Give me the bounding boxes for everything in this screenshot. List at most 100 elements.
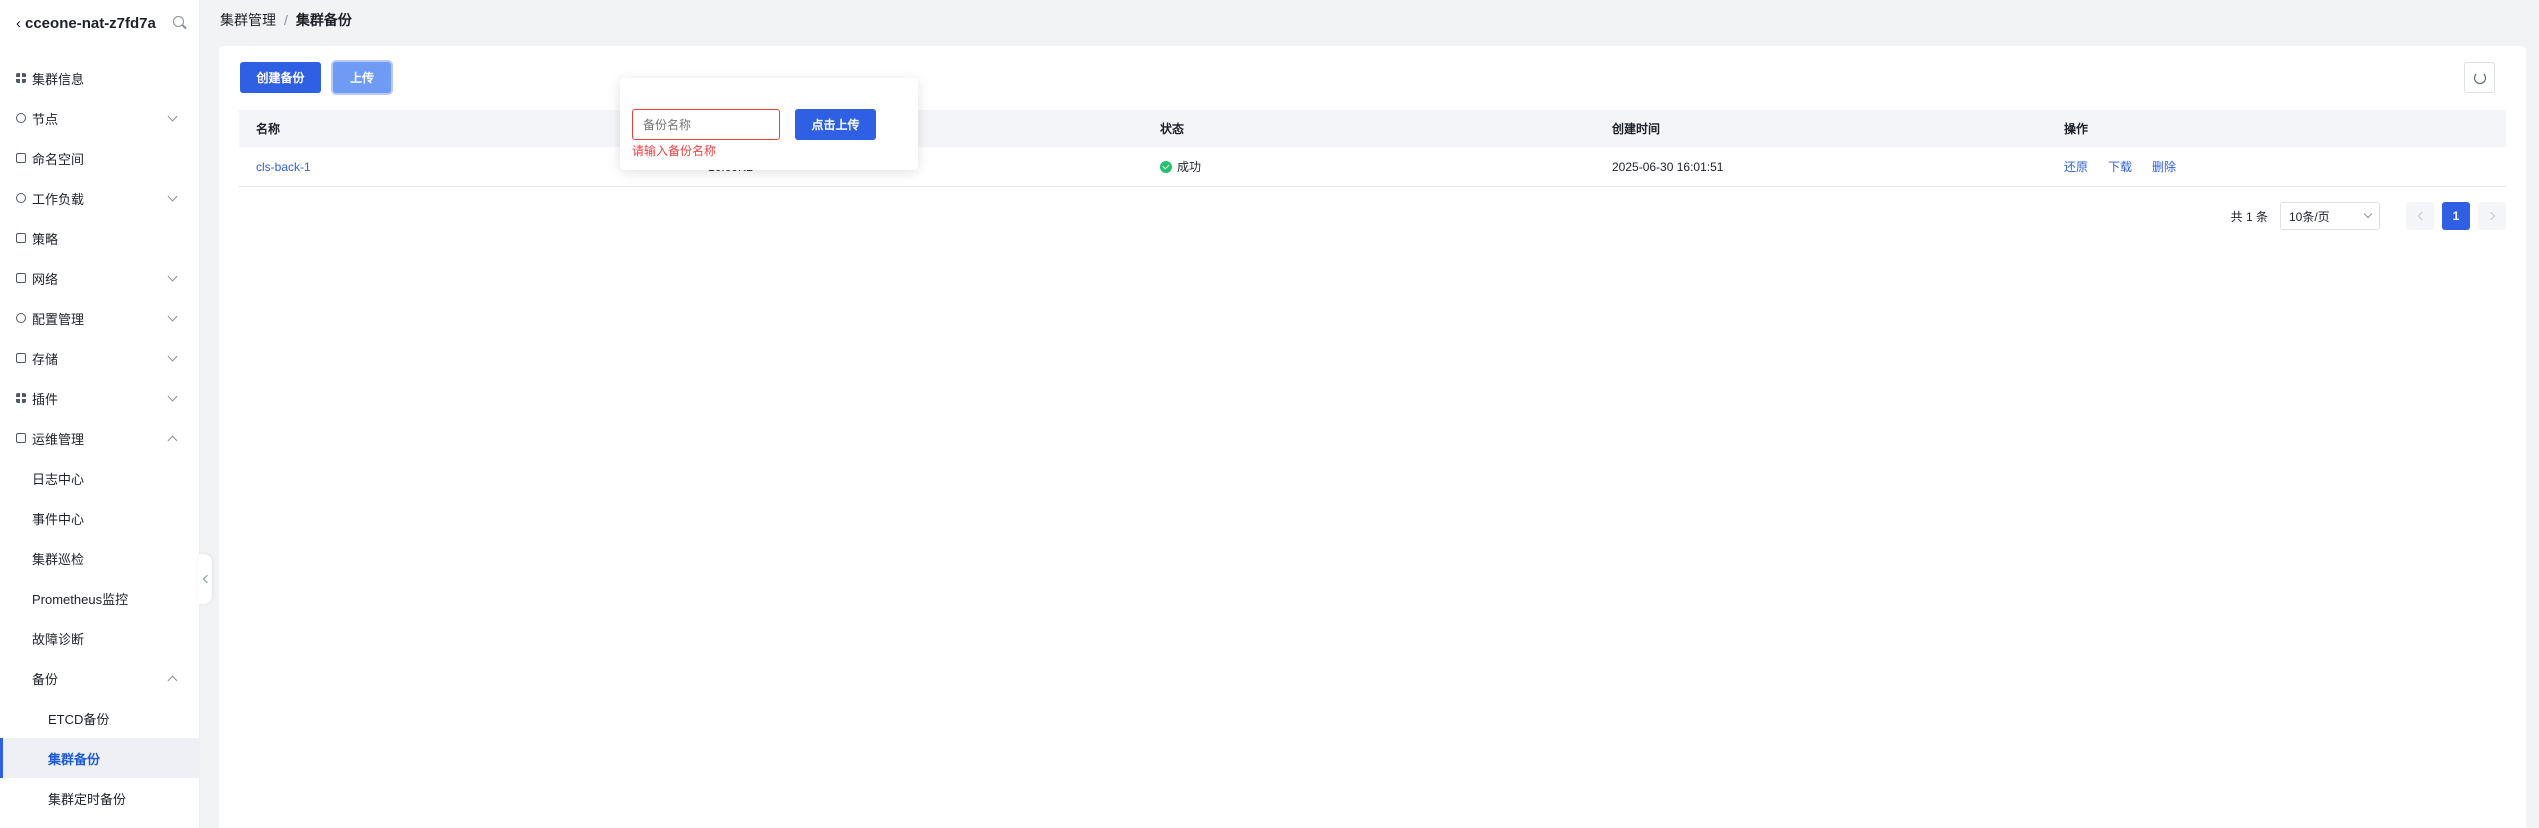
main-card: 创建备份 上传 名称 大小 状态 创建时间 操作 cls-back-1 16.6… <box>219 46 2526 828</box>
backup-created-time: 2025-06-30 16:01:51 <box>1612 159 1724 174</box>
sidebar-item-label: 备份 <box>32 671 59 687</box>
chevron-left-icon <box>202 574 211 584</box>
sidebar-header: ‹ cceone-nat-z7fd7a <box>0 0 199 46</box>
chevron-down-icon <box>167 111 178 121</box>
row-actions: 还原 下载 删除 <box>2047 158 2506 175</box>
column-header-created: 创建时间 <box>1612 122 1661 136</box>
sidebar-item-label: 集群备份 <box>48 751 101 767</box>
sidebar-item-inspection[interactable]: 集群巡检 <box>0 538 200 578</box>
create-backup-button[interactable]: 创建备份 <box>240 62 321 93</box>
sidebar-item-events[interactable]: 事件中心 <box>0 498 200 538</box>
backup-name-link[interactable]: cls-back-1 <box>256 160 311 174</box>
sidebar-item-plugins[interactable]: 插件 <box>0 378 200 418</box>
back-icon[interactable]: ‹ <box>16 15 21 32</box>
breadcrumb: 集群管理 / 集群备份 <box>220 10 352 30</box>
backup-status: 成功 <box>1143 158 1595 175</box>
sidebar-item-label: 集群定时备份 <box>48 791 127 807</box>
validation-error: 请输入备份名称 <box>632 144 717 158</box>
pagination: 共 1 条 10条/页 1 <box>2231 202 2506 230</box>
sidebar-item-config[interactable]: 配置管理 <box>0 298 200 338</box>
delete-link[interactable]: 删除 <box>2152 158 2176 175</box>
sidebar-item-cluster-backup[interactable]: 集群备份 <box>0 738 200 778</box>
node-icon <box>16 113 26 123</box>
sidebar-item-label: 集群巡检 <box>32 551 85 567</box>
sidebar-item-logs[interactable]: 日志中心 <box>0 458 200 498</box>
sidebar-nav: 集群信息 节点 命名空间 工作负载 策略 网络 配置管理 存储 插件 运维管理 … <box>0 58 200 818</box>
cluster-title: cceone-nat-z7fd7a <box>25 14 156 32</box>
download-link[interactable]: 下载 <box>2108 158 2132 175</box>
sidebar-item-label: 运维管理 <box>32 431 85 447</box>
sidebar-item-workloads[interactable]: 工作负载 <box>0 178 200 218</box>
grid-icon <box>16 73 26 83</box>
refresh-button[interactable] <box>2464 62 2495 93</box>
restore-link[interactable]: 还原 <box>2064 158 2088 175</box>
sidebar-item-label: 日志中心 <box>32 471 85 487</box>
chevron-right-icon <box>2486 211 2495 221</box>
sidebar-item-prometheus[interactable]: Prometheus监控 <box>0 578 200 618</box>
storage-icon <box>16 353 26 363</box>
chevron-up-icon <box>167 435 178 445</box>
column-header-actions: 操作 <box>2064 122 2089 136</box>
total-count: 共 1 条 <box>2230 209 2268 224</box>
sidebar-item-label: ETCD备份 <box>48 711 110 727</box>
sidebar-item-label: 事件中心 <box>32 511 85 527</box>
chevron-down-icon <box>167 191 178 201</box>
breadcrumb-current: 集群备份 <box>295 12 352 28</box>
sidebar-item-backup[interactable]: 备份 <box>0 658 200 698</box>
sidebar-item-namespaces[interactable]: 命名空间 <box>0 138 200 178</box>
chevron-up-icon <box>167 675 178 685</box>
status-text: 成功 <box>1177 160 1202 174</box>
config-icon <box>16 313 26 323</box>
sidebar-item-etcd-backup[interactable]: ETCD备份 <box>0 698 200 738</box>
sidebar-item-label: 存储 <box>32 351 59 367</box>
upload-button[interactable]: 上传 <box>333 62 391 93</box>
sidebar-item-cluster-info[interactable]: 集群信息 <box>0 58 200 98</box>
page-size-select[interactable]: 10条/页 <box>2280 202 2380 230</box>
column-header-status: 状态 <box>1160 122 1185 136</box>
sidebar-item-label: 故障诊断 <box>32 631 85 647</box>
sidebar-item-scheduled-backup[interactable]: 集群定时备份 <box>0 778 200 818</box>
chevron-down-icon <box>167 351 178 361</box>
sidebar-item-label: 节点 <box>32 111 59 127</box>
next-page-button[interactable] <box>2478 202 2506 230</box>
sidebar-item-nodes[interactable]: 节点 <box>0 98 200 138</box>
breadcrumb-separator: / <box>284 12 288 28</box>
chevron-down-icon <box>167 271 178 281</box>
chevron-left-icon <box>2417 211 2426 221</box>
breadcrumb-parent[interactable]: 集群管理 <box>220 10 276 30</box>
sidebar-item-label: 集群信息 <box>32 71 85 87</box>
namespace-icon <box>16 153 26 163</box>
sidebar-item-label: Prometheus监控 <box>32 591 129 607</box>
page-size-value: 10条/页 <box>2289 209 2330 224</box>
success-icon <box>1160 160 1172 173</box>
sidebar-item-ops[interactable]: 运维管理 <box>0 418 200 458</box>
plugin-icon <box>16 393 26 403</box>
policy-icon <box>16 233 26 243</box>
chevron-down-icon <box>167 391 178 401</box>
sidebar-collapse-handle[interactable] <box>198 554 212 604</box>
sidebar-item-network[interactable]: 网络 <box>0 258 200 298</box>
refresh-icon <box>2473 71 2486 84</box>
submit-upload-button[interactable]: 点击上传 <box>795 109 876 140</box>
sidebar-item-storage[interactable]: 存储 <box>0 338 200 378</box>
sidebar: ‹ cceone-nat-z7fd7a 集群信息 节点 命名空间 工作负载 策略 <box>0 0 200 828</box>
shield-icon <box>16 433 26 443</box>
sidebar-item-label: 配置管理 <box>32 311 85 327</box>
page-number-button[interactable]: 1 <box>2442 202 2470 230</box>
workload-icon <box>16 193 26 203</box>
sidebar-item-diagnosis[interactable]: 故障诊断 <box>0 618 200 658</box>
chevron-down-icon <box>167 311 178 321</box>
chevron-down-icon <box>2363 209 2373 219</box>
search-icon[interactable] <box>173 16 187 30</box>
sidebar-item-label: 网络 <box>32 271 59 287</box>
network-icon <box>16 273 26 283</box>
table-header: 名称 大小 状态 创建时间 操作 <box>239 110 2506 147</box>
backup-name-input[interactable] <box>632 109 780 140</box>
sidebar-item-label: 工作负载 <box>32 191 85 207</box>
upload-popover: 请输入备份名称 点击上传 <box>620 78 918 170</box>
prev-page-button[interactable] <box>2406 202 2434 230</box>
sidebar-item-label: 策略 <box>32 231 59 247</box>
backup-table: 名称 大小 状态 创建时间 操作 cls-back-1 16.69KB 成功 2… <box>239 110 2506 187</box>
table-row: cls-back-1 16.69KB 成功 2025-06-30 16:01:5… <box>239 147 2506 187</box>
sidebar-item-policies[interactable]: 策略 <box>0 218 200 258</box>
